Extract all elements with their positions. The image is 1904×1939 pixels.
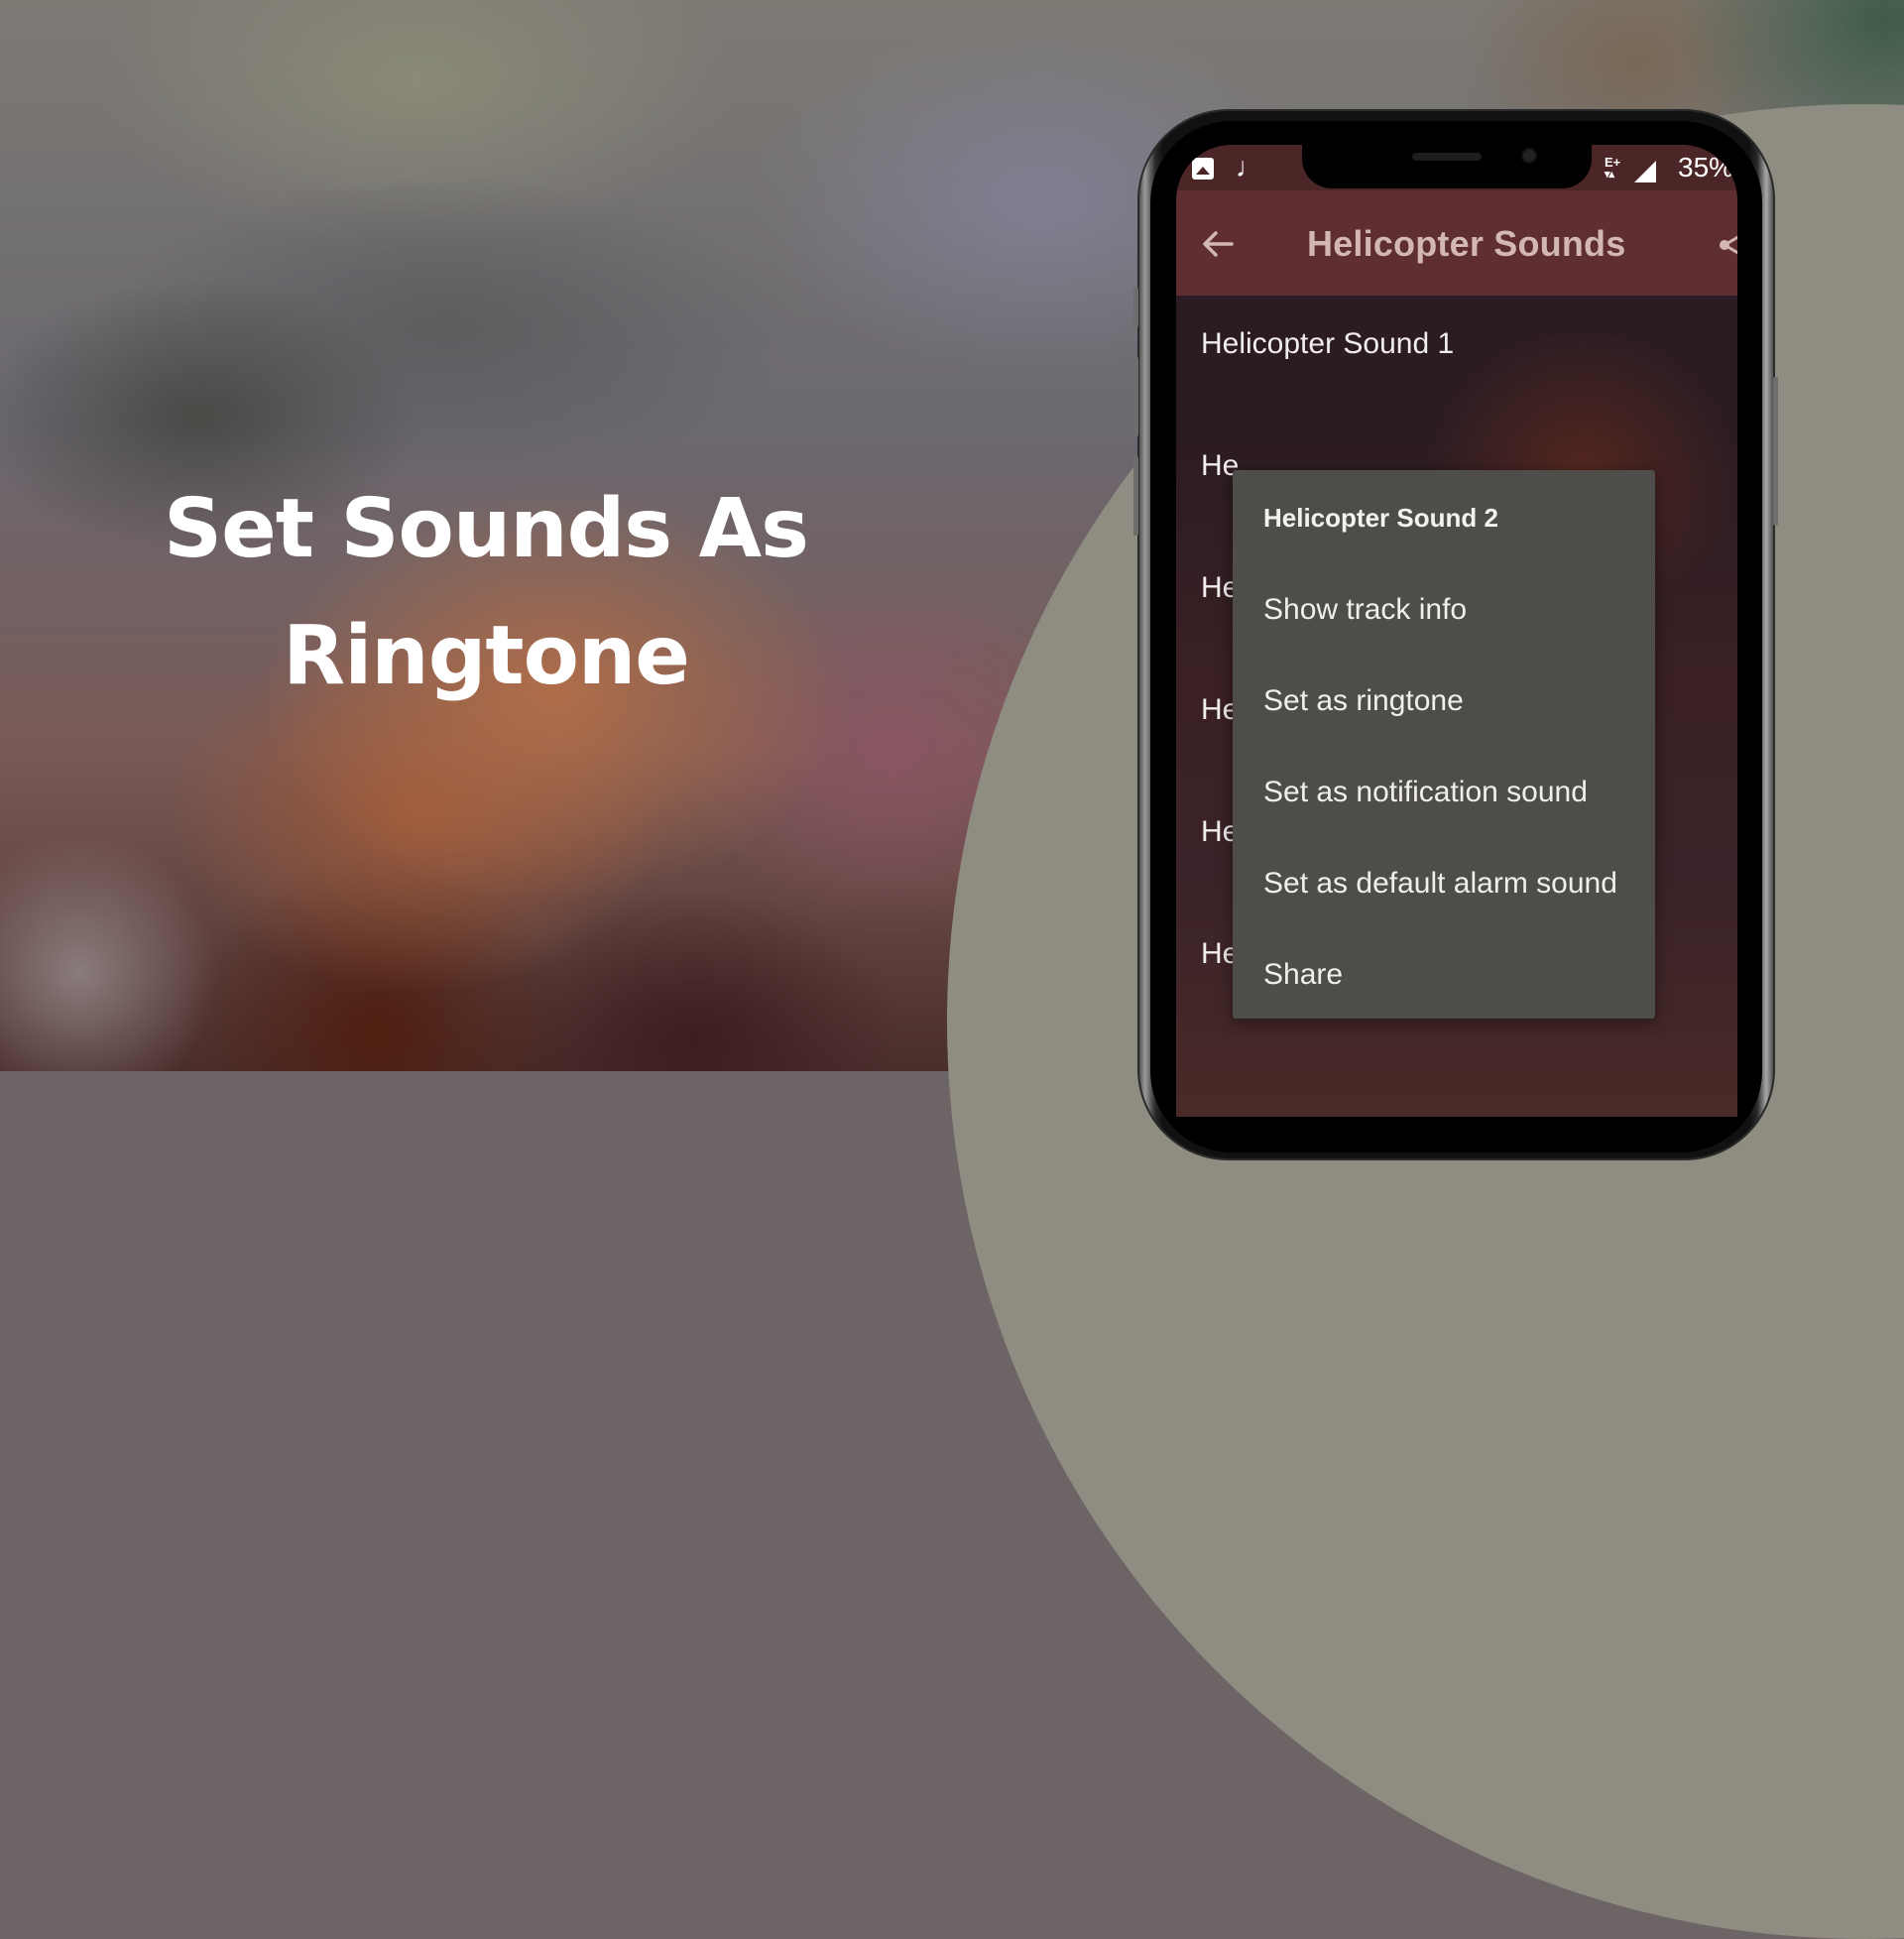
network-type-label: E+ [1605, 155, 1621, 170]
app-bar: Helicopter Sounds [1176, 190, 1737, 296]
phone-volume-down-button [1133, 456, 1138, 536]
phone-notch [1302, 145, 1592, 188]
menu-item-set-as-alarm[interactable]: Set as default alarm sound [1233, 838, 1655, 929]
promo-headline: Set Sounds As Ringtone [139, 466, 833, 720]
context-menu-title: Helicopter Sound 2 [1263, 503, 1498, 533]
menu-item-set-as-ringtone[interactable]: Set as ringtone [1233, 656, 1655, 747]
app-title: Helicopter Sounds [1307, 223, 1626, 264]
menu-item-label: Share [1263, 958, 1344, 991]
arrow-left-icon [1203, 231, 1234, 257]
menu-item-label: Set as notification sound [1263, 776, 1588, 808]
battery-percent: 35% [1678, 152, 1734, 182]
menu-item-show-track-info[interactable]: Show track info [1233, 564, 1655, 656]
network-type-indicator: E+ ▾▴ [1605, 155, 1621, 181]
earpiece-speaker [1412, 153, 1482, 161]
promo-headline-line2: Ringtone [283, 609, 690, 703]
menu-item-label: Show track info [1263, 593, 1468, 626]
context-menu: Helicopter Sound 2 Show track info Set a… [1233, 470, 1655, 1019]
menu-item-label: Set as default alarm sound [1263, 867, 1617, 900]
promo-headline-line1: Set Sounds As [164, 482, 809, 576]
share-icon [1720, 235, 1737, 255]
phone-mute-switch [1133, 288, 1138, 327]
menu-item-label: Set as ringtone [1263, 684, 1464, 717]
picture-icon [1192, 158, 1214, 180]
phone-power-button [1773, 377, 1778, 526]
music-note-icon: ♩ [1236, 152, 1263, 182]
share-button[interactable] [1718, 230, 1737, 260]
front-camera [1523, 150, 1535, 162]
signal-icon [1634, 161, 1656, 182]
phone-screen: ♩ E+ ▾▴ 35% Helicopter Sounds Helicopter… [1176, 145, 1737, 1117]
phone-volume-up-button [1133, 357, 1138, 436]
data-arrows-icon: ▾▴ [1605, 169, 1614, 181]
list-item[interactable]: Helicopter Sound 1 [1201, 324, 1454, 384]
back-button[interactable] [1194, 220, 1242, 268]
menu-item-set-as-notification[interactable]: Set as notification sound [1233, 747, 1655, 838]
menu-item-share[interactable]: Share [1233, 929, 1655, 1021]
